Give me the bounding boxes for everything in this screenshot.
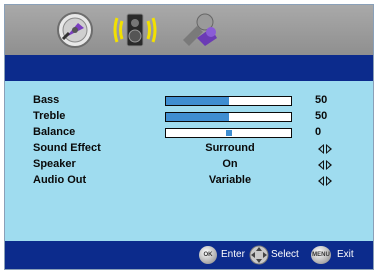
- balance-slider[interactable]: [165, 128, 292, 138]
- tv-osd-frame: Bass 50 Treble 50 Balance 0 Sound Effect…: [4, 4, 374, 270]
- treble-slider[interactable]: [165, 112, 292, 122]
- sound-effect-label: Sound Effect: [33, 142, 101, 154]
- menu-tab-bar: [5, 5, 373, 55]
- enter-hint: Enter: [221, 249, 245, 260]
- balance-label: Balance: [33, 126, 76, 138]
- sound-effect-row[interactable]: Sound Effect Surround: [5, 141, 373, 157]
- speaker-row[interactable]: Speaker On: [5, 157, 373, 173]
- picture-icon[interactable]: [53, 8, 97, 52]
- header-bar: [5, 55, 373, 81]
- menu-button-icon: MENU: [311, 246, 331, 264]
- bass-label: Bass: [33, 94, 60, 106]
- speaker-icon[interactable]: [113, 8, 157, 52]
- directional-pad-icon: [249, 245, 269, 265]
- audio-settings-panel: Bass 50 Treble 50 Balance 0 Sound Effect…: [5, 81, 373, 241]
- exit-hint: Exit: [337, 249, 354, 260]
- left-right-arrows-icon[interactable]: [317, 143, 333, 155]
- left-right-arrows-icon[interactable]: [317, 175, 333, 187]
- tools-icon[interactable]: [177, 8, 221, 52]
- left-right-arrows-icon[interactable]: [317, 159, 333, 171]
- audio-out-row[interactable]: Audio Out Variable: [5, 173, 373, 189]
- bass-row[interactable]: Bass 50: [5, 93, 373, 109]
- treble-row[interactable]: Treble 50: [5, 109, 373, 125]
- ok-button-icon: OK: [199, 246, 217, 264]
- speaker-label: Speaker: [33, 158, 76, 170]
- balance-value: 0: [315, 126, 322, 138]
- bass-slider[interactable]: [165, 96, 292, 106]
- speaker-value: On: [222, 158, 238, 170]
- bass-slider-fill: [166, 97, 229, 105]
- treble-label: Treble: [33, 110, 66, 122]
- sound-effect-value: Surround: [205, 142, 255, 154]
- balance-slider-knob: [225, 130, 232, 136]
- select-hint: Select: [271, 249, 299, 260]
- balance-row[interactable]: Balance 0: [5, 125, 373, 141]
- footer-hint-bar: OK Enter Select MENU Exit: [5, 241, 373, 269]
- treble-slider-fill: [166, 113, 229, 121]
- audio-out-value: Variable: [208, 174, 252, 186]
- treble-value: 50: [315, 110, 328, 122]
- bass-value: 50: [315, 94, 328, 106]
- audio-out-label: Audio Out: [33, 174, 87, 186]
